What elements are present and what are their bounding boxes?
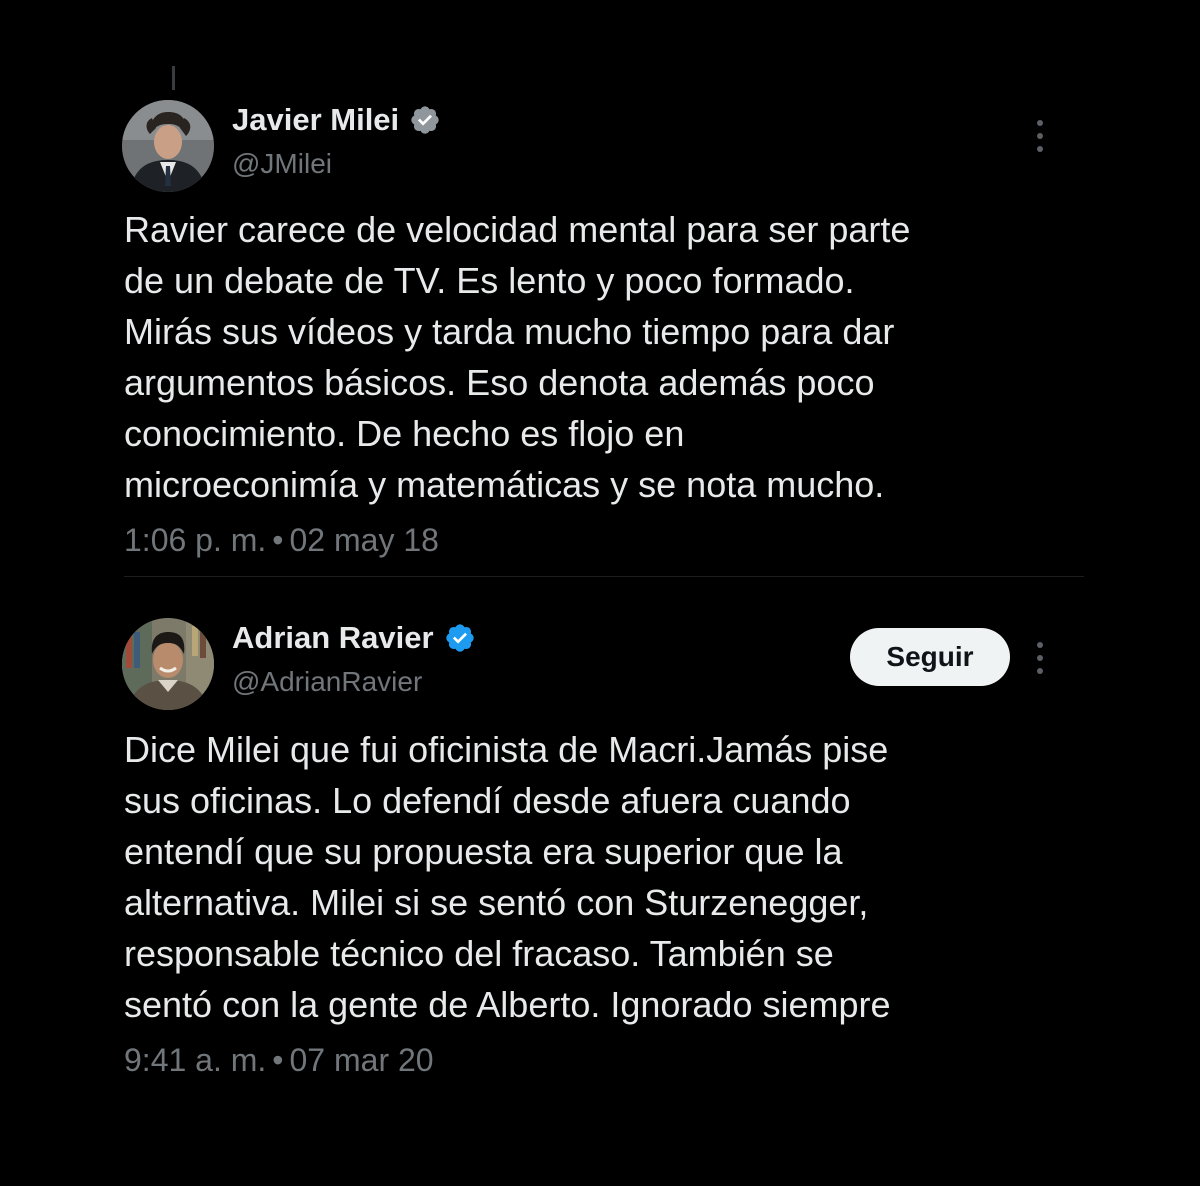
tweet-time: 1:06 p. m. <box>124 522 267 558</box>
more-options-icon <box>1037 120 1043 126</box>
more-options-icon <box>1037 642 1043 648</box>
tweet-time: 9:41 a. m. <box>124 1042 267 1078</box>
more-options-button[interactable] <box>1026 116 1054 156</box>
follow-button[interactable]: Seguir <box>850 628 1010 686</box>
avatar-image <box>122 100 214 192</box>
author-handle[interactable]: @JMilei <box>232 148 332 180</box>
thread-connector-line <box>172 66 175 90</box>
tweet-text-line: responsable técnico del fracaso. También… <box>124 933 834 974</box>
verified-badge-icon <box>444 622 476 654</box>
tweet-timestamp[interactable]: 9:41 a. m. • 07 mar 20 <box>124 1042 434 1079</box>
tweet-text: Ravier carece de velocidad mental para s… <box>124 204 1084 510</box>
meta-separator: • <box>272 522 284 558</box>
tweet-text-line: argumentos básicos. Eso denota además po… <box>124 362 875 403</box>
tweet-text-line: sus oficinas. Lo defendí desde afuera cu… <box>124 780 851 821</box>
author-name-row: Javier Milei <box>232 100 441 140</box>
tweet-text-line: Dice Milei que fui oficinista de Macri.J… <box>124 729 889 770</box>
tweet-text-line: sentó con la gente de Alberto. Ignorado … <box>124 984 891 1025</box>
tweet-timestamp[interactable]: 1:06 p. m. • 02 may 18 <box>124 522 439 559</box>
tweet-text-line: conocimiento. De hecho es flojo en <box>124 413 685 454</box>
verified-badge-icon <box>409 104 441 136</box>
tweet-date: 02 may 18 <box>289 522 439 558</box>
tweet-text-line: alternativa. Milei si se sentó con Sturz… <box>124 882 869 923</box>
tweet-divider <box>124 576 1084 577</box>
avatar-image <box>122 618 214 710</box>
tweet-date: 07 mar 20 <box>289 1042 434 1078</box>
tweet-text: Dice Milei que fui oficinista de Macri.J… <box>124 724 1084 1030</box>
author-display-name[interactable]: Javier Milei <box>232 102 399 138</box>
author-name-row: Adrian Ravier <box>232 618 476 658</box>
avatar[interactable] <box>122 618 214 710</box>
author-display-name[interactable]: Adrian Ravier <box>232 620 434 656</box>
tweet-text-line: de un debate de TV. Es lento y poco form… <box>124 260 855 301</box>
tweet-text-line: Ravier carece de velocidad mental para s… <box>124 209 911 250</box>
more-options-button[interactable] <box>1026 638 1054 678</box>
avatar[interactable] <box>122 100 214 192</box>
tweet-text-line: entendí que su propuesta era superior qu… <box>124 831 843 872</box>
tweet-text-line: microeconimía y matemáticas y se nota mu… <box>124 464 885 505</box>
tweet-text-line: Mirás sus vídeos y tarda mucho tiempo pa… <box>124 311 895 352</box>
author-handle[interactable]: @AdrianRavier <box>232 666 422 698</box>
meta-separator: • <box>272 1042 284 1078</box>
